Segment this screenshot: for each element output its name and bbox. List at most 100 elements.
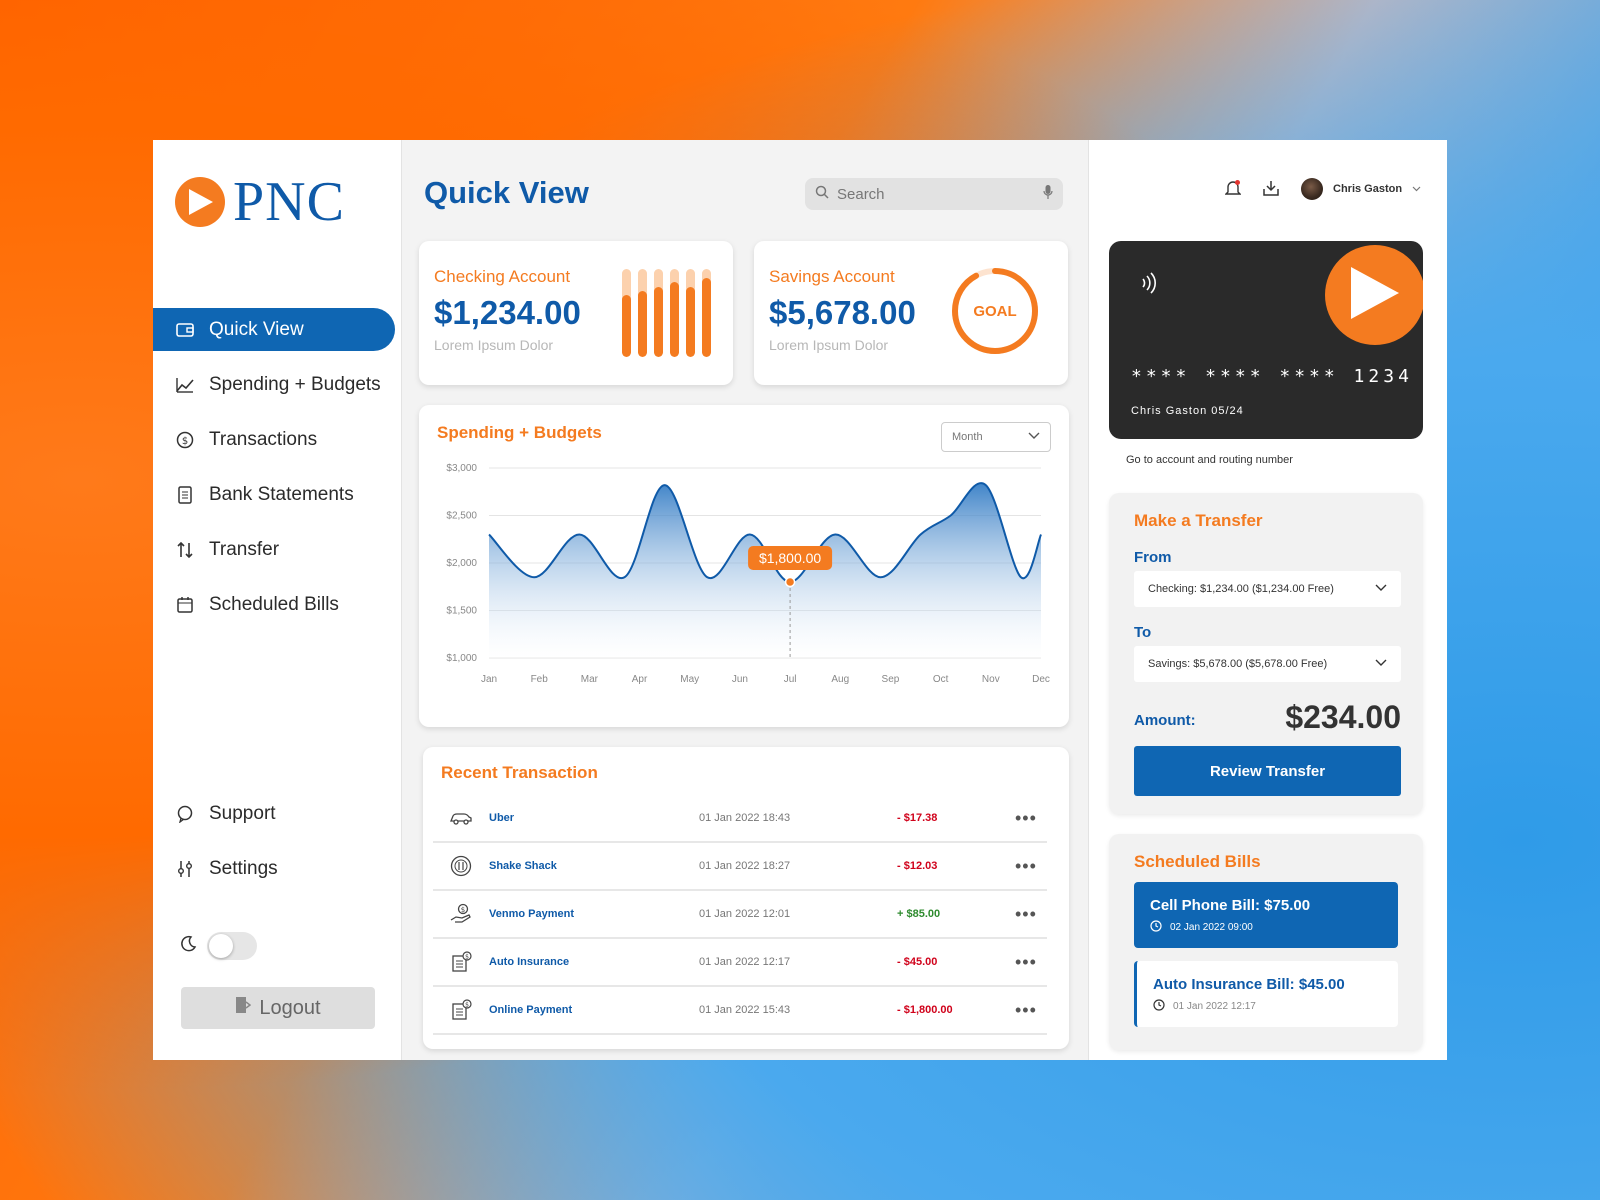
svg-text:$: $ [461, 906, 465, 914]
chevron-down-icon [1028, 431, 1040, 443]
from-account-value: Checking: $1,234.00 ($1,234.00 Free) [1148, 583, 1334, 595]
top-bar: Chris Gaston [1224, 178, 1421, 200]
x-tick-label: Jan [481, 674, 497, 685]
y-tick-label: $1,000 [446, 653, 477, 664]
statement-icon [175, 485, 195, 505]
table-row[interactable]: Uber 01 Jan 2022 18:43 - $17.38 ••• [433, 795, 1047, 843]
table-row[interactable]: Shake Shack 01 Jan 2022 18:27 - $12.03 •… [433, 843, 1047, 891]
sidebar-item-bank-statements[interactable]: Bank Statements [153, 473, 395, 516]
more-options-icon[interactable]: ••• [1015, 856, 1037, 877]
chevron-down-icon [1375, 583, 1387, 595]
sidebar-item-settings[interactable]: Settings [153, 847, 395, 890]
table-row[interactable]: $ Venmo Payment 01 Jan 2022 12:01 + $85.… [433, 891, 1047, 939]
sidebar-item-scheduled-bills[interactable]: Scheduled Bills [153, 583, 395, 626]
bill-item[interactable]: Cell Phone Bill: $75.00 02 Jan 2022 09:0… [1134, 882, 1398, 948]
table-row[interactable]: $ Auto Insurance 01 Jan 2022 12:17 - $45… [433, 939, 1047, 987]
svg-text:$: $ [465, 1002, 469, 1009]
microphone-icon[interactable] [1043, 184, 1053, 204]
account-routing-link[interactable]: Go to account and routing number [1126, 454, 1293, 466]
transaction-amount: - $1,800.00 [897, 1004, 953, 1016]
transaction-amount: - $45.00 [897, 956, 938, 968]
checking-activity-bars [622, 269, 711, 357]
sidebar-item-label: Scheduled Bills [209, 593, 339, 615]
sidebar-item-label: Support [209, 802, 276, 824]
download-icon[interactable] [1263, 180, 1279, 199]
amount-field[interactable]: $234.00 [1285, 699, 1401, 736]
more-options-icon[interactable]: ••• [1015, 904, 1037, 925]
sidebar-item-quick-view[interactable]: Quick View [153, 308, 395, 351]
y-tick-label: $2,000 [446, 558, 477, 569]
transfer-panel: Make a Transfer From Checking: $1,234.00… [1109, 493, 1423, 814]
trend-icon [175, 375, 195, 395]
x-tick-label: Jun [732, 674, 748, 685]
moon-icon [179, 935, 197, 958]
from-label: From [1134, 549, 1172, 566]
transaction-name: Auto Insurance [489, 956, 570, 968]
transfer-icon [175, 540, 195, 560]
right-panel: Chris Gaston **** **** **** 1234 Chris G… [1089, 140, 1447, 1060]
highlight-point [784, 576, 796, 588]
sidebar-item-spending-budgets[interactable]: Spending + Budgets [153, 363, 395, 406]
from-account-select[interactable]: Checking: $1,234.00 ($1,234.00 Free) [1134, 571, 1401, 607]
debit-card[interactable]: **** **** **** 1234 Chris Gaston 05/24 [1109, 241, 1423, 439]
period-select[interactable]: Month [941, 422, 1051, 452]
transaction-date: 01 Jan 2022 18:27 [699, 860, 791, 872]
user-name: Chris Gaston [1333, 183, 1403, 195]
dark-mode-row [179, 932, 257, 960]
sidebar-item-transactions[interactable]: $ Transactions [153, 418, 395, 461]
bell-icon[interactable] [1224, 179, 1242, 200]
spending-chart: $3,000 $2,500 $2,000 $1,500 $1,000 Jan Feb Mar A… [446, 463, 1049, 685]
transaction-date: 01 Jan 2022 12:17 [699, 956, 791, 968]
bill-icon: $ [433, 999, 489, 1021]
activity-bar-fill [622, 295, 631, 357]
to-account-select[interactable]: Savings: $5,678.00 ($5,678.00 Free) [1134, 646, 1401, 682]
to-account-value: Savings: $5,678.00 ($5,678.00 Free) [1148, 658, 1328, 670]
sidebar-item-support[interactable]: Support [153, 792, 395, 835]
sidebar-item-label: Transfer [209, 538, 280, 560]
spending-title: Spending + Budgets [437, 423, 602, 442]
transaction-amount: - $17.38 [897, 812, 938, 824]
more-options-icon[interactable]: ••• [1015, 952, 1037, 973]
y-tick-label: $2,500 [446, 511, 477, 522]
more-options-icon[interactable]: ••• [1015, 1000, 1037, 1021]
svg-text:$: $ [182, 436, 188, 447]
review-transfer-button[interactable]: Review Transfer [1134, 746, 1401, 796]
y-tick-label: $3,000 [446, 463, 477, 474]
car-icon [433, 811, 489, 825]
dollar-circle-icon: $ [175, 430, 195, 450]
transaction-amount: + $85.00 [897, 908, 941, 920]
bill-item[interactable]: Auto Insurance Bill: $45.00 01 Jan 2022 … [1134, 961, 1398, 1027]
brand-name: PNC [233, 171, 345, 233]
brand-logo[interactable]: PNC [175, 170, 345, 234]
bills-title: Scheduled Bills [1134, 852, 1261, 871]
table-row[interactable]: $ Online Payment 01 Jan 2022 15:43 - $1,… [433, 987, 1047, 1035]
search-placeholder: Search [837, 185, 885, 203]
activity-bar-fill [638, 291, 647, 357]
card-number: **** **** **** 1234 [1131, 366, 1413, 387]
transaction-name: Uber [489, 812, 515, 824]
svg-text:$: $ [465, 954, 469, 961]
x-tick-label: Jul [784, 674, 797, 685]
food-icon [433, 855, 489, 877]
bill-date-row: 02 Jan 2022 09:00 [1150, 920, 1382, 935]
logout-button[interactable]: Logout [181, 987, 375, 1029]
transaction-name: Online Payment [489, 1004, 573, 1016]
savings-label: Savings Account [769, 267, 895, 286]
more-options-icon[interactable]: ••• [1015, 808, 1037, 829]
user-menu[interactable]: Chris Gaston [1301, 178, 1421, 200]
amount-label: Amount: [1134, 712, 1196, 729]
checking-account-card[interactable]: Checking Account $1,234.00 Lorem Ipsum D… [419, 241, 733, 385]
savings-balance: $5,678.00 [769, 294, 916, 331]
activity-bar-fill [686, 286, 695, 357]
activity-bar [670, 269, 679, 357]
search-input[interactable]: Search [805, 178, 1063, 210]
savings-account-card[interactable]: Savings Account $5,678.00 Lorem Ipsum Do… [754, 241, 1068, 385]
sidebar-item-transfer[interactable]: Transfer [153, 528, 395, 571]
app-window: PNC Quick View Spending + Budgets $ Tran… [153, 140, 1447, 1060]
sidebar-nav: Quick View Spending + Budgets $ Transact… [153, 308, 395, 638]
sidebar: PNC Quick View Spending + Budgets $ Tran… [153, 140, 402, 1060]
avatar [1301, 178, 1323, 200]
dark-mode-toggle[interactable] [207, 932, 257, 960]
period-value: Month [952, 431, 983, 443]
pnc-card-logo-icon [1325, 245, 1423, 345]
